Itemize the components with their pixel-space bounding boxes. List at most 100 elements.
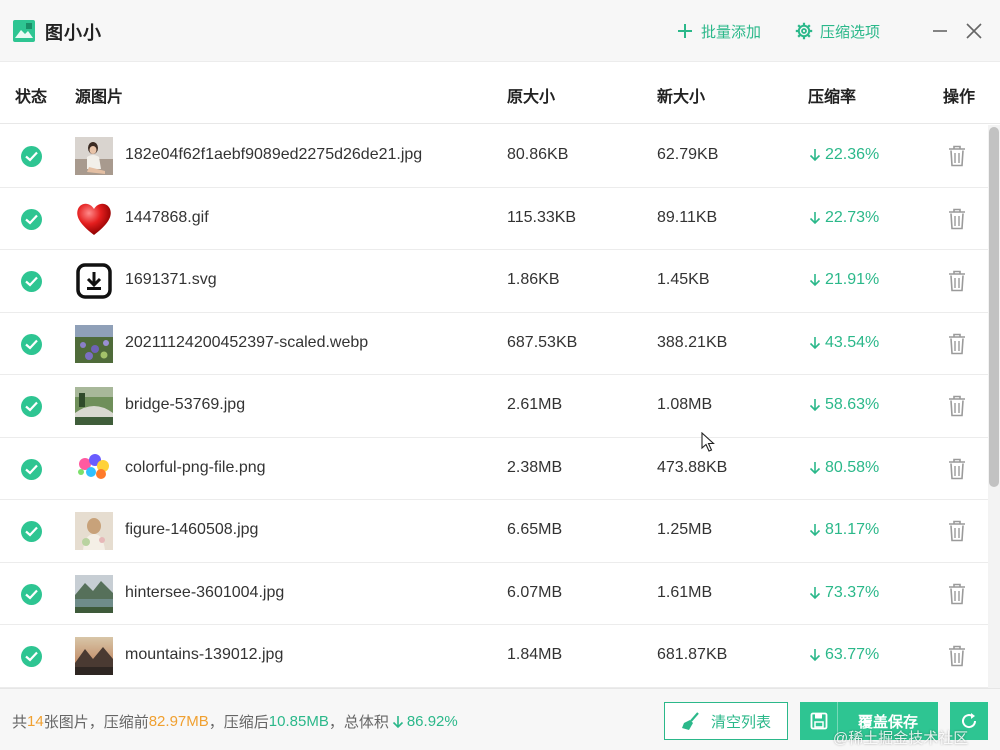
header-new-size: 新大小 (657, 89, 706, 106)
trash-icon[interactable] (948, 395, 966, 417)
table-row[interactable]: bridge-53769.jpg 2.61MB 1.08MB 58.63% (0, 375, 988, 438)
original-size: 1.84MB (507, 646, 563, 663)
table-row[interactable]: 20211124200452397-scaled.webp 687.53KB 388… (0, 313, 988, 375)
trash-icon[interactable] (948, 145, 966, 167)
compression-ratio-value: 43.54% (825, 333, 880, 351)
thumbnail-photo-figure (75, 512, 113, 550)
header-orig-size: 原大小 (507, 89, 556, 106)
broom-icon (681, 712, 699, 730)
file-list: 182e04f62f1aebf9089ed2275d26de21.jpg 80.8… (0, 125, 988, 688)
compression-ratio-value: 22.36% (825, 146, 880, 163)
trash-icon[interactable] (948, 583, 966, 605)
header-source: 源图片 (75, 89, 124, 106)
trash-icon[interactable] (948, 645, 966, 667)
gear-icon (795, 22, 813, 40)
arrow-down-icon (809, 649, 821, 662)
check-circle-icon (21, 271, 42, 292)
title-bar: 图小小 批量添加 压缩选项 (0, 0, 1000, 62)
compression-ratio: 80.58% (808, 459, 879, 477)
new-size: 388.21KB (657, 333, 728, 351)
compression-ratio: 63.77% (808, 646, 879, 664)
thumbnail-colorful-splash (75, 449, 113, 488)
clear-list-button[interactable]: 清空列表 (664, 702, 788, 740)
compression-ratio: 58.63% (808, 396, 879, 414)
thumbnail-photo-person (75, 137, 113, 175)
compression-ratio-value: 81.17% (825, 521, 880, 538)
compression-ratio-value: 80.58% (825, 458, 880, 476)
file-name: 20211124200452397-scaled.webp (125, 333, 369, 351)
file-name: figure-1460508.jpg (125, 521, 259, 538)
file-name: 182e04f62f1aebf9089ed2275d26de21.jpg (125, 146, 423, 163)
new-size: 62.79KB (657, 146, 719, 163)
trash-icon[interactable] (948, 208, 966, 230)
arrow-down-icon (809, 524, 821, 537)
summary-count-suffix: 张图片，压缩前 (43, 714, 149, 731)
arrow-down-icon (809, 149, 821, 162)
thumbnail-photo-mountains (75, 637, 113, 675)
thumbnail-red-heart (75, 200, 113, 238)
original-size: 2.38MB (507, 458, 563, 476)
compression-ratio: 81.17% (808, 521, 879, 539)
table-row[interactable]: mountains-139012.jpg 1.84MB 681.87KB 63.77% (0, 625, 988, 688)
compression-ratio-value: 22.73% (825, 208, 880, 226)
check-circle-icon (21, 583, 42, 605)
table-row[interactable]: hintersee-3601004.jpg 6.07MB 1.61MB 73.37% (0, 563, 988, 625)
new-size: 89.11KB (657, 208, 718, 226)
mouse-cursor-icon (701, 432, 715, 452)
batch-add-button[interactable]: 批量添加 (676, 20, 761, 42)
arrow-down-icon (809, 274, 821, 287)
check-circle-icon (21, 646, 42, 667)
original-size: 6.65MB (507, 521, 563, 538)
batch-add-label: 批量添加 (701, 23, 762, 41)
table-row[interactable]: 1447868.gif 115.33KB 89.11KB 22.73% (0, 188, 988, 250)
check-circle-icon (21, 458, 42, 480)
table-row[interactable]: figure-1460508.jpg 6.65MB 1.25MB 81.17% (0, 500, 988, 563)
compression-ratio: 22.36% (808, 146, 879, 164)
new-size: 1.61MB (657, 583, 713, 601)
check-circle-icon (21, 208, 42, 230)
new-size: 473.88KB (657, 458, 728, 476)
minimize-icon[interactable] (928, 19, 952, 43)
summary-total-label: ，总体积 (328, 714, 389, 731)
new-size: 1.08MB (657, 396, 713, 413)
compression-ratio-value: 58.63% (825, 396, 880, 413)
file-name: bridge-53769.jpg (125, 396, 246, 413)
new-size: 1.45KB (657, 271, 710, 288)
trash-icon[interactable] (948, 520, 966, 542)
compression-ratio: 22.73% (808, 209, 879, 227)
file-name: mountains-139012.jpg (125, 646, 284, 663)
image-count: 14 (27, 713, 44, 730)
compression-ratio: 43.54% (808, 334, 879, 352)
arrow-down-icon (392, 715, 403, 728)
new-size: 681.87KB (657, 646, 728, 663)
file-name: 1447868.gif (125, 208, 209, 226)
header-action: 操作 (943, 89, 976, 106)
table-row[interactable]: colorful-png-file.png 2.38MB 473.88KB 80.58… (0, 438, 988, 500)
app-title: 图小小 (45, 23, 102, 43)
thumbnail-photo-flowers (75, 324, 113, 363)
original-size: 1.86KB (507, 271, 560, 288)
check-circle-icon (21, 146, 42, 167)
original-size: 687.53KB (507, 333, 578, 351)
original-size: 115.33KB (507, 208, 577, 226)
check-circle-icon (21, 396, 42, 417)
after-size: 10.85MB (268, 713, 329, 730)
trash-icon[interactable] (948, 333, 966, 355)
close-icon[interactable] (962, 19, 986, 43)
scrollbar-thumb[interactable] (989, 127, 999, 487)
thumbnail-download-box-icon (75, 262, 113, 300)
floppy-disk-icon (810, 712, 827, 730)
thumbnail-photo-lake (75, 574, 113, 613)
summary-text: 共 14 张图片，压缩前 82.97MB ，压缩后 10.85MB ，总体积 8… (12, 711, 458, 732)
table-row[interactable]: 1691371.svg 1.86KB 1.45KB 21.91% (0, 250, 988, 313)
file-name: 1691371.svg (125, 271, 217, 288)
header-ratio: 压缩率 (808, 89, 857, 106)
compress-options-button[interactable]: 压缩选项 (795, 20, 880, 42)
compression-ratio: 73.37% (808, 584, 879, 602)
trash-icon[interactable] (948, 270, 966, 292)
trash-icon[interactable] (948, 458, 966, 480)
table-row[interactable]: 182e04f62f1aebf9089ed2275d26de21.jpg 80.8… (0, 125, 988, 188)
compression-ratio-value: 63.77% (825, 646, 880, 663)
header-status: 状态 (15, 89, 48, 106)
original-size: 80.86KB (507, 146, 569, 163)
